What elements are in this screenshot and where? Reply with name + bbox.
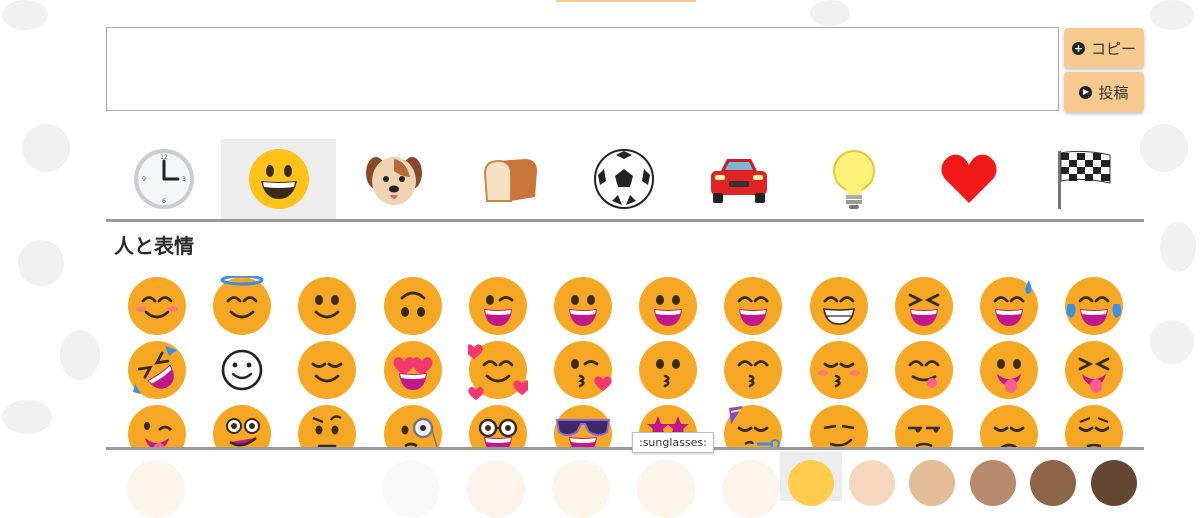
post-button-label: 投稿 <box>1098 83 1129 102</box>
disappointed-face-icon[interactable] <box>979 404 1039 448</box>
unamused-face-icon[interactable] <box>894 404 954 448</box>
clock-icon: 12369 <box>133 149 194 209</box>
winking-face-icon[interactable] <box>468 276 528 336</box>
copy-button[interactable]: + コピー <box>1064 28 1144 68</box>
smiling-face-with-smiling-eyes-icon[interactable] <box>127 276 187 336</box>
kissing-face-with-smiling-eyes-icon[interactable] <box>723 340 783 400</box>
face-savoring-food-icon[interactable] <box>894 340 954 400</box>
grid-divider <box>106 447 1144 450</box>
skin-tone-default[interactable] <box>788 460 834 506</box>
skin-tone-dark[interactable] <box>1091 460 1137 506</box>
next-row-preview <box>382 460 440 518</box>
next-row-preview <box>722 460 780 518</box>
svg-text:9: 9 <box>142 176 146 183</box>
emoji-grid <box>106 272 1144 448</box>
post-button[interactable]: ▶ 投稿 <box>1064 72 1144 112</box>
tab-travel[interactable] <box>681 139 796 219</box>
play-circle-icon: ▶ <box>1079 85 1093 99</box>
dog-face-icon <box>365 157 422 205</box>
smiling-face-outline-icon[interactable] <box>212 340 272 400</box>
soccer-ball-icon <box>593 149 654 209</box>
top-accent-tab <box>556 0 696 2</box>
squinting-face-with-tongue-icon[interactable] <box>1064 340 1124 400</box>
next-row-preview <box>127 460 185 518</box>
next-row-preview <box>637 460 695 518</box>
skin-tone-medium[interactable] <box>969 460 1016 506</box>
smiling-face-with-hearts-icon[interactable] <box>467 340 528 400</box>
face-with-tongue-icon[interactable] <box>979 340 1039 400</box>
next-row-preview <box>467 460 525 518</box>
smirking-face-icon[interactable] <box>809 404 869 448</box>
chequered-flag-icon <box>1057 150 1110 209</box>
zany-face-icon[interactable] <box>127 404 187 448</box>
tab-objects[interactable] <box>796 139 911 219</box>
plus-circle-icon: + <box>1071 41 1085 55</box>
partying-face-icon[interactable] <box>723 404 783 448</box>
grinning-face-smiling-eyes-icon[interactable] <box>723 276 783 336</box>
tab-flags[interactable] <box>1026 139 1141 219</box>
smiling-face-with-heart-eyes-icon[interactable] <box>383 340 443 400</box>
woozy-face-icon[interactable] <box>212 404 272 448</box>
tab-clock[interactable]: 12 3 6 9 <box>106 139 221 219</box>
copy-button-label: コピー <box>1090 39 1136 58</box>
skin-tone-medium-light[interactable] <box>909 460 956 506</box>
face-blowing-a-kiss-icon[interactable] <box>553 340 613 400</box>
smiling-face-with-halo-icon[interactable] <box>212 276 272 336</box>
red-heart-icon <box>940 154 997 203</box>
tab-food[interactable] <box>451 139 566 219</box>
grinning-face-icon <box>248 149 309 209</box>
kissing-face-icon[interactable] <box>638 340 698 400</box>
grinning-squinting-face-icon[interactable] <box>894 276 954 336</box>
category-tabs: 12 3 6 9 <box>106 139 1144 219</box>
bread-icon <box>483 159 537 202</box>
kissing-face-with-closed-eyes-icon[interactable] <box>809 340 869 400</box>
grinning-face-with-sweat-icon[interactable] <box>979 276 1039 336</box>
nerd-face-icon[interactable] <box>468 404 528 448</box>
upside-down-face-icon[interactable] <box>383 276 443 336</box>
emoji-text-area[interactable] <box>106 27 1059 111</box>
face-with-tears-of-joy-icon[interactable] <box>1064 276 1124 336</box>
svg-text:6: 6 <box>162 198 166 205</box>
grinning-face-big-eyes-icon[interactable] <box>553 276 613 336</box>
skin-tone-medium-dark[interactable] <box>1030 460 1077 506</box>
skin-tone-light[interactable] <box>848 460 895 506</box>
rolling-on-the-floor-laughing-icon[interactable] <box>127 340 187 400</box>
next-row-preview <box>552 460 610 518</box>
tab-symbols[interactable] <box>911 139 1026 219</box>
tab-activities[interactable] <box>566 139 681 219</box>
face-with-monocle-icon[interactable] <box>383 404 443 448</box>
emoji-tooltip: :sunglasses: <box>632 432 714 453</box>
section-title: 人と表情 <box>114 234 194 258</box>
smiling-face-with-sunglasses-icon[interactable] <box>553 404 613 448</box>
svg-text:3: 3 <box>182 176 186 183</box>
tab-smileys[interactable] <box>221 139 336 219</box>
relieved-face-icon[interactable] <box>297 340 357 400</box>
beaming-face-icon[interactable] <box>809 276 869 336</box>
car-icon <box>710 159 767 203</box>
slightly-smiling-face-icon[interactable] <box>297 276 357 336</box>
face-with-raised-eyebrow-icon[interactable] <box>297 404 357 448</box>
pensive-face-icon[interactable] <box>1064 404 1124 448</box>
category-divider <box>106 219 1144 222</box>
grinning-face-icon[interactable] <box>638 276 698 336</box>
light-bulb-icon <box>832 150 875 209</box>
tab-animals[interactable] <box>336 139 451 219</box>
